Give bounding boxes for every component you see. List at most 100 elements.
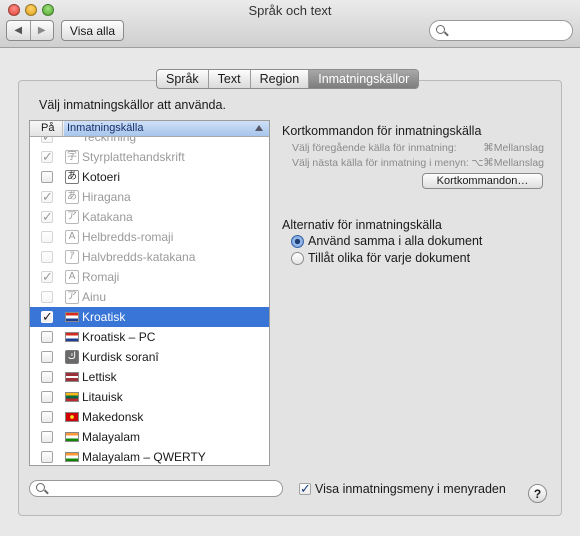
list-rows: Tecknning字StyrplattehandskriftあKotoeriあH… — [30, 137, 269, 465]
input-method-glyph-icon: ك — [65, 350, 79, 364]
enable-checkbox[interactable] — [41, 451, 53, 463]
list-item-label: Malayalam — [82, 430, 141, 444]
lt-flag-icon — [65, 392, 79, 402]
list-item-malayalam-qwerty[interactable]: Malayalam – QWERTY — [30, 447, 269, 465]
list-item-label: Lettisk — [82, 370, 117, 384]
list-item-helbredds-romaji[interactable]: A Helbredds-romaji — [30, 227, 269, 247]
keyboard-shortcuts-button[interactable]: Kortkommandon… — [422, 173, 543, 189]
list-item-label: Ainu — [82, 290, 107, 304]
input-method-glyph-icon: ア — [65, 210, 79, 224]
input-method-glyph-icon: あ — [65, 190, 79, 204]
enable-checkbox[interactable] — [41, 391, 53, 403]
tab-bar: Språk Text Region Inmatningskällor — [156, 69, 420, 89]
prev-source-key: ⌘Mellanslag — [483, 142, 544, 154]
enable-checkbox — [41, 291, 53, 303]
radio-different-per-document[interactable] — [291, 252, 304, 265]
enable-checkbox — [41, 209, 53, 225]
enable-checkbox[interactable] — [41, 411, 53, 423]
next-source-shortcut: Välj nästa källa för inmatning i menyn: … — [292, 157, 544, 169]
enable-checkbox[interactable] — [41, 351, 53, 363]
input-source-list[interactable]: På Inmatningskälla Tecknning 字Styrplatteh… — [29, 120, 270, 466]
tab-language[interactable]: Språk — [157, 70, 209, 88]
list-item-lettisk[interactable]: Lettisk — [30, 367, 269, 387]
list-item-kotoeri[interactable]: あ Kotoeri — [30, 167, 269, 187]
list-item-hiragana[interactable]: あHiragana — [30, 187, 269, 207]
options-title: Alternativ för inmatningskälla — [282, 218, 442, 232]
forward-button[interactable]: ▶ — [31, 21, 54, 40]
list-item-label: Helbredds-romaji — [82, 230, 174, 244]
tab-text[interactable]: Text — [209, 70, 251, 88]
tab-input-sources[interactable]: Inmatningskällor — [309, 70, 419, 88]
list-item-label: Kotoeri — [82, 170, 121, 184]
title-bar: Språk och text ◀ ▶ Visa alla — [0, 0, 580, 48]
in-flag-icon — [65, 432, 79, 442]
next-source-label: Välj nästa källa för inmatning i menyn: — [292, 157, 469, 169]
option-different-label: Tillåt olika för varje dokument — [308, 251, 471, 265]
list-item-malayalam[interactable]: Malayalam — [30, 427, 269, 447]
window-title: Språk och text — [248, 3, 332, 18]
input-method-glyph-icon: 字 — [65, 150, 79, 164]
list-item-label: Makedonsk — [82, 410, 144, 424]
back-forward-control: ◀ ▶ — [6, 20, 54, 41]
search-icon — [436, 25, 445, 34]
list-item-kroatisk-pc[interactable]: Kroatisk – PC — [30, 327, 269, 347]
column-header-source[interactable]: Inmatningskälla — [64, 121, 269, 136]
enable-checkbox — [41, 231, 53, 243]
search-field[interactable] — [429, 20, 573, 41]
list-item-label: Katakana — [82, 210, 133, 224]
list-item-styrplattehandskrift[interactable]: 字Styrplattehandskrift — [30, 147, 269, 167]
list-item-ainu[interactable]: ア Ainu — [30, 287, 269, 307]
list-item-label: Tecknning — [82, 137, 137, 144]
in-flag-icon — [65, 452, 79, 462]
column-header-source-label: Inmatningskälla — [67, 122, 144, 134]
enable-checkbox — [41, 149, 53, 165]
list-header: På Inmatningskälla — [30, 121, 269, 137]
enable-checkbox — [41, 269, 53, 285]
list-item-kurdisk-sorani[interactable]: ك Kurdisk soranî — [30, 347, 269, 367]
input-method-glyph-icon: ｱ — [65, 250, 79, 264]
list-item-label: Kroatisk — [82, 310, 126, 324]
enable-checkbox — [41, 137, 53, 145]
tab-region[interactable]: Region — [251, 70, 310, 88]
prev-source-shortcut: Välj föregående källa för inmatning: ⌘Me… — [292, 142, 544, 154]
enable-checkbox[interactable] — [41, 331, 53, 343]
list-item-makedonsk[interactable]: Makedonsk — [30, 407, 269, 427]
mk-flag-icon — [65, 412, 79, 422]
input-method-glyph-icon: A — [65, 270, 79, 284]
list-item-label: Romaji — [82, 270, 120, 284]
column-header-on[interactable]: På — [30, 121, 63, 136]
list-item-label: Hiragana — [82, 190, 131, 204]
list-item-romaji[interactable]: ARomaji — [30, 267, 269, 287]
show-input-menu-checkbox[interactable] — [299, 481, 311, 497]
list-item-label: Halvbredds-katakana — [82, 250, 196, 264]
help-button[interactable]: ? — [528, 484, 547, 503]
list-item-kroatisk[interactable]: Kroatisk — [30, 307, 269, 327]
show-all-button[interactable]: Visa alla — [61, 20, 124, 41]
radio-same-all-documents[interactable] — [291, 235, 304, 248]
shortcuts-title: Kortkommandon för inmatningskälla — [282, 124, 482, 138]
list-item-label: Malayalam – QWERTY — [82, 450, 206, 464]
enable-checkbox[interactable] — [41, 431, 53, 443]
enable-checkbox[interactable] — [41, 371, 53, 383]
list-item-label: Kroatisk – PC — [82, 330, 156, 344]
list-item-litauisk[interactable]: Litauisk — [30, 387, 269, 407]
hr-pc-flag-icon — [65, 332, 79, 342]
enable-checkbox[interactable] — [41, 171, 53, 183]
enable-checkbox — [41, 189, 53, 205]
lv-flag-icon — [65, 372, 79, 382]
input-method-glyph-icon: あ — [65, 170, 79, 184]
search-icon — [36, 483, 45, 492]
list-item-label: Kurdisk soranî — [82, 350, 159, 364]
input-source-search-field[interactable] — [29, 480, 283, 497]
enable-checkbox — [41, 251, 53, 263]
list-item-halvbredds-katakana[interactable]: ｱ Halvbredds-katakana — [30, 247, 269, 267]
back-button[interactable]: ◀ — [7, 21, 31, 40]
input-sources-prompt: Välj inmatningskällor att använda. — [39, 98, 226, 112]
prev-source-label: Välj föregående källa för inmatning: — [292, 142, 457, 154]
enable-checkbox[interactable] — [41, 309, 53, 325]
option-same-label: Använd samma i alla dokument — [308, 234, 483, 248]
next-source-key: ⌥⌘Mellanslag — [471, 157, 544, 169]
sort-ascending-icon — [255, 125, 263, 131]
list-item-tecknning[interactable]: Tecknning — [30, 137, 269, 147]
list-item-katakana[interactable]: アKatakana — [30, 207, 269, 227]
